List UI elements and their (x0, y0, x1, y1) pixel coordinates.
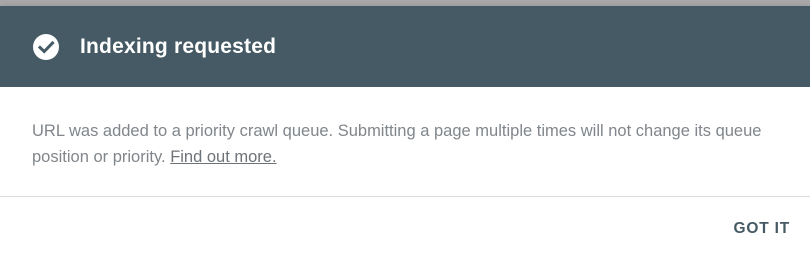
dialog-title: Indexing requested (80, 34, 277, 58)
dialog-message-text: URL was added to a priority crawl queue.… (32, 122, 762, 166)
check-circle-icon (32, 33, 60, 61)
dialog-message: URL was added to a priority crawl queue.… (0, 87, 810, 197)
indexing-requested-dialog: Indexing requested URL was added to a pr… (0, 6, 810, 260)
find-out-more-link[interactable]: Find out more. (170, 148, 276, 166)
dialog-actions: GOT IT (0, 197, 810, 260)
got-it-button[interactable]: GOT IT (734, 212, 790, 246)
dialog-header: Indexing requested (0, 6, 810, 87)
